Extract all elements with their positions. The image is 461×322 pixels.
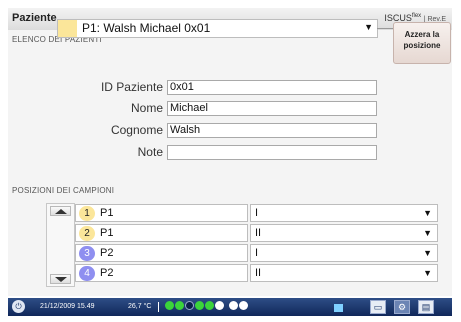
sample-patient: P2 (100, 247, 114, 259)
status-bar: ⏻ 21/12/2009 15.49 26,7 °C ▭ ⚙ ▤ (8, 298, 452, 316)
scroll-down-button[interactable] (50, 274, 71, 284)
id-label: ID Paziente (100, 80, 163, 94)
samples-scrollbar[interactable] (46, 203, 75, 287)
indicator-dot (175, 301, 184, 310)
sample-type-value: II (255, 267, 262, 279)
position-badge: 2 (79, 226, 95, 241)
samples-section-label: POSIZIONI DEI CAMPIONI (12, 186, 115, 195)
sample-type-value: I (255, 207, 259, 219)
scroll-up-button[interactable] (50, 206, 71, 216)
status-temperature: 26,7 °C (128, 303, 152, 310)
patient-select[interactable]: P1: Walsh Michael 0x01 ▼ (57, 19, 378, 38)
surname-field[interactable]: Walsh (167, 123, 377, 138)
sample-patient: P2 (100, 267, 114, 279)
notes-label: Note (137, 145, 163, 159)
surname-label: Cognome (110, 123, 163, 137)
indicator-dot (165, 301, 174, 310)
indicator-dot (215, 301, 224, 310)
sample-position-cell[interactable]: 3 P2 (75, 244, 248, 262)
name-label: Nome (130, 101, 163, 115)
sample-type-select[interactable]: II ▼ (250, 264, 438, 282)
connector-line (377, 28, 394, 29)
chevron-down-icon: ▼ (423, 248, 432, 258)
document-icon[interactable]: ▭ (370, 300, 386, 314)
position-badge: 1 (79, 206, 95, 221)
window-title: Paziente (12, 12, 57, 24)
indicator-dot (195, 301, 204, 310)
application-window: Paziente ISCUSflex | Rev.E ELENCO DEI PA… (0, 0, 461, 322)
sample-row-1[interactable]: 1 P1 I ▼ (75, 204, 438, 222)
patient-select-value: P1: Walsh Michael 0x01 (82, 21, 211, 35)
chevron-down-icon: ▼ (423, 268, 432, 278)
chevron-down-icon: ▼ (423, 208, 432, 218)
arrow-down-icon (55, 277, 67, 282)
reset-position-button[interactable]: Azzera la posizione (393, 22, 451, 64)
chevron-down-icon: ▼ (423, 228, 432, 238)
position-badge: 4 (79, 266, 95, 281)
reset-button-line1: Azzera la (404, 30, 440, 39)
sample-row-3[interactable]: 3 P2 I ▼ (75, 244, 438, 262)
sample-type-select[interactable]: I ▼ (250, 204, 438, 222)
sample-position-cell[interactable]: 4 P2 (75, 264, 248, 282)
status-datetime: 21/12/2009 15.49 (40, 303, 95, 310)
power-icon[interactable]: ⏻ (12, 300, 25, 313)
indicator-dot (229, 301, 238, 310)
sample-type-value: II (255, 227, 262, 239)
sample-type-value: I (255, 247, 259, 259)
patient-color-swatch (58, 20, 77, 37)
sample-patient: P1 (100, 207, 114, 219)
sample-type-select[interactable]: I ▼ (250, 244, 438, 262)
sample-position-cell[interactable]: 1 P1 (75, 204, 248, 222)
id-field[interactable]: 0x01 (167, 80, 377, 95)
sample-patient: P1 (100, 227, 114, 239)
sample-row-4[interactable]: 4 P2 II ▼ (75, 264, 438, 282)
gear-icon[interactable]: ⚙ (394, 300, 410, 314)
chevron-down-icon: ▼ (364, 22, 373, 32)
notes-field[interactable] (167, 145, 377, 160)
position-badge: 3 (79, 246, 95, 261)
brand-superscript: flex (411, 13, 422, 19)
indicator-dot (185, 301, 194, 310)
arrow-up-icon (55, 209, 67, 214)
sample-position-cell[interactable]: 2 P1 (75, 224, 248, 242)
indicator-dot (205, 301, 214, 310)
sample-row-2[interactable]: 2 P1 II ▼ (75, 224, 438, 242)
status-separator (158, 302, 159, 312)
indicator-dot (239, 301, 248, 310)
status-square-icon (334, 304, 343, 312)
reset-button-line2: posizione (403, 41, 441, 50)
name-field[interactable]: Michael (167, 101, 377, 116)
sample-type-select[interactable]: II ▼ (250, 224, 438, 242)
monitor-icon[interactable]: ▤ (418, 300, 434, 314)
